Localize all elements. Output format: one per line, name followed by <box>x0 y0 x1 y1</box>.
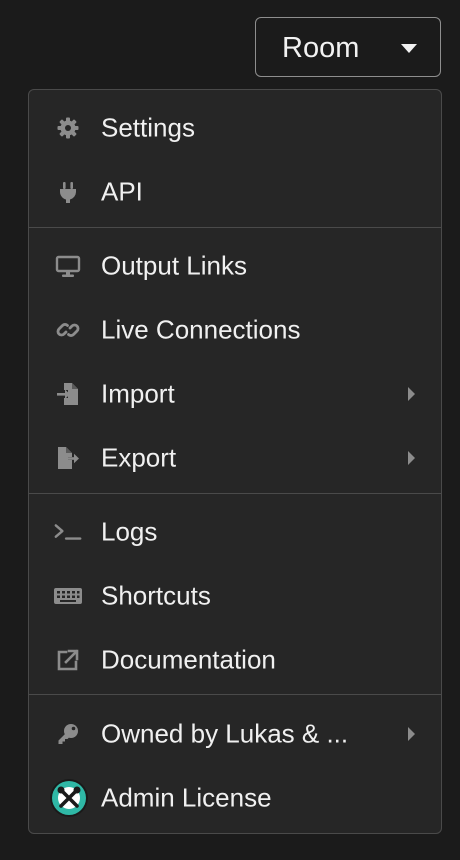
key-icon <box>53 719 83 749</box>
caret-down-icon <box>401 44 417 53</box>
menu-item-shortcuts[interactable]: Shortcuts <box>29 564 441 628</box>
room-dropdown-label: Room <box>282 32 360 64</box>
menu-item-admin-license[interactable]: Admin License <box>29 766 441 830</box>
menu-item-label: Admin License <box>101 782 272 813</box>
room-menu: Settings API Output Links Live Connectio… <box>28 89 442 834</box>
menu-item-label: API <box>101 176 143 207</box>
menu-item-output-links[interactable]: Output Links <box>29 234 441 298</box>
menu-item-logs[interactable]: Logs <box>29 500 441 564</box>
menu-item-label: Documentation <box>101 644 276 675</box>
menu-item-label: Live Connections <box>101 314 301 345</box>
menu-item-settings[interactable]: Settings <box>29 96 441 160</box>
menu-item-export[interactable]: Export <box>29 426 441 490</box>
room-dropdown-button[interactable]: Room <box>255 17 441 77</box>
chevron-right-icon <box>408 727 415 741</box>
menu-item-owner[interactable]: Owned by Lukas & ... <box>29 702 441 766</box>
chevron-right-icon <box>408 451 415 465</box>
menu-item-api[interactable]: API <box>29 160 441 224</box>
admin-avatar-icon <box>49 778 89 818</box>
file-export-icon <box>53 443 83 473</box>
plug-icon <box>53 177 83 207</box>
gear-icon <box>53 113 83 143</box>
chevron-right-icon <box>408 387 415 401</box>
menu-divider <box>29 493 441 494</box>
menu-item-live-connections[interactable]: Live Connections <box>29 298 441 362</box>
file-import-icon <box>53 379 83 409</box>
menu-divider <box>29 694 441 695</box>
menu-item-label: Settings <box>101 112 195 143</box>
terminal-icon <box>53 517 83 547</box>
menu-item-label: Owned by Lukas & ... <box>101 718 349 749</box>
external-link-icon <box>53 645 83 675</box>
menu-item-label: Export <box>101 442 177 473</box>
keyboard-icon <box>53 581 83 611</box>
menu-item-label: Shortcuts <box>101 580 211 611</box>
menu-item-documentation[interactable]: Documentation <box>29 628 441 692</box>
menu-item-label: Import <box>101 378 175 409</box>
menu-item-label: Output Links <box>101 250 247 281</box>
monitor-icon <box>53 251 83 281</box>
menu-item-label: Logs <box>101 516 158 547</box>
link-icon <box>53 315 83 345</box>
menu-divider <box>29 227 441 228</box>
menu-item-import[interactable]: Import <box>29 362 441 426</box>
